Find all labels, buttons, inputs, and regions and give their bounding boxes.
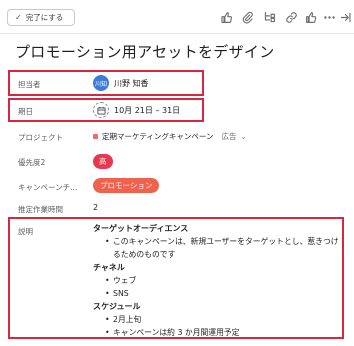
project-value[interactable]: 定期マーケティングキャンペーン 広告 ⌄ [93, 131, 246, 142]
assignee-label: 担当者 [18, 80, 41, 89]
description-heading: ターゲットオーディエンス [93, 224, 189, 233]
project-section[interactable]: 広告 [222, 131, 237, 142]
avatar: 川知 [93, 75, 109, 91]
list-item: SNS [105, 287, 343, 300]
close-panel-icon[interactable] [337, 9, 353, 25]
subtask-icon[interactable] [261, 9, 277, 25]
list-item: キャンペーンは約 3 か月間運用予定 [105, 326, 343, 339]
mark-complete-label: 完了にする [25, 13, 64, 22]
due-date-value[interactable]: 10月 21日 – 31日 [93, 102, 180, 118]
checkmark-icon: ✓ [15, 13, 22, 22]
list-item: 2月上旬 [105, 313, 343, 326]
due-date-label: 期日 [18, 107, 33, 116]
priority-pill[interactable]: 高 [93, 154, 113, 169]
description-body[interactable]: ターゲットオーディエンス このキャンペーンは、新規ユーザーをターゲットとし、惹き… [93, 222, 343, 339]
chevron-down-icon[interactable]: ⌄ [241, 133, 247, 141]
priority-label: 優先度2 [18, 158, 46, 167]
assignee-value[interactable]: 川知 川野 知香 [93, 75, 149, 91]
project-label: プロジェクト [18, 133, 63, 142]
list-item: ウェブ [105, 274, 343, 287]
task-title[interactable]: プロモーション用アセットをデザイン [15, 41, 275, 62]
attachment-icon[interactable] [239, 9, 255, 25]
estimate-label: 推定作業時間 [18, 205, 63, 214]
campaign-value[interactable]: プロモーション [93, 178, 160, 193]
description-label: 説明 [18, 227, 33, 236]
due-date-text: 10月 21日 – 31日 [114, 105, 181, 115]
calendar-icon [93, 102, 109, 118]
task-toolbar: ✓ 完了にする [0, 0, 354, 34]
estimate-value[interactable]: 2 [93, 203, 98, 212]
link-icon[interactable] [283, 9, 299, 25]
description-heading: チャネル [93, 263, 125, 272]
like-icon[interactable] [303, 9, 319, 25]
assignee-name: 川野 知香 [114, 78, 149, 88]
priority-value[interactable]: 高 [93, 154, 113, 169]
project-name[interactable]: 定期マーケティングキャンペーン [102, 131, 214, 142]
mark-complete-button[interactable]: ✓ 完了にする [7, 9, 75, 26]
description-heading: スケジュール [93, 302, 141, 311]
list-item: このキャンペーンは、新規ユーザーをターゲットとし、惹きつけるためのものです [105, 235, 343, 261]
campaign-label: キャンペーンチ... [18, 183, 78, 192]
more-icon[interactable] [321, 9, 337, 25]
thumbs-up-icon[interactable] [218, 9, 234, 25]
project-color-dot [93, 134, 98, 139]
campaign-pill[interactable]: プロモーション [93, 178, 160, 193]
